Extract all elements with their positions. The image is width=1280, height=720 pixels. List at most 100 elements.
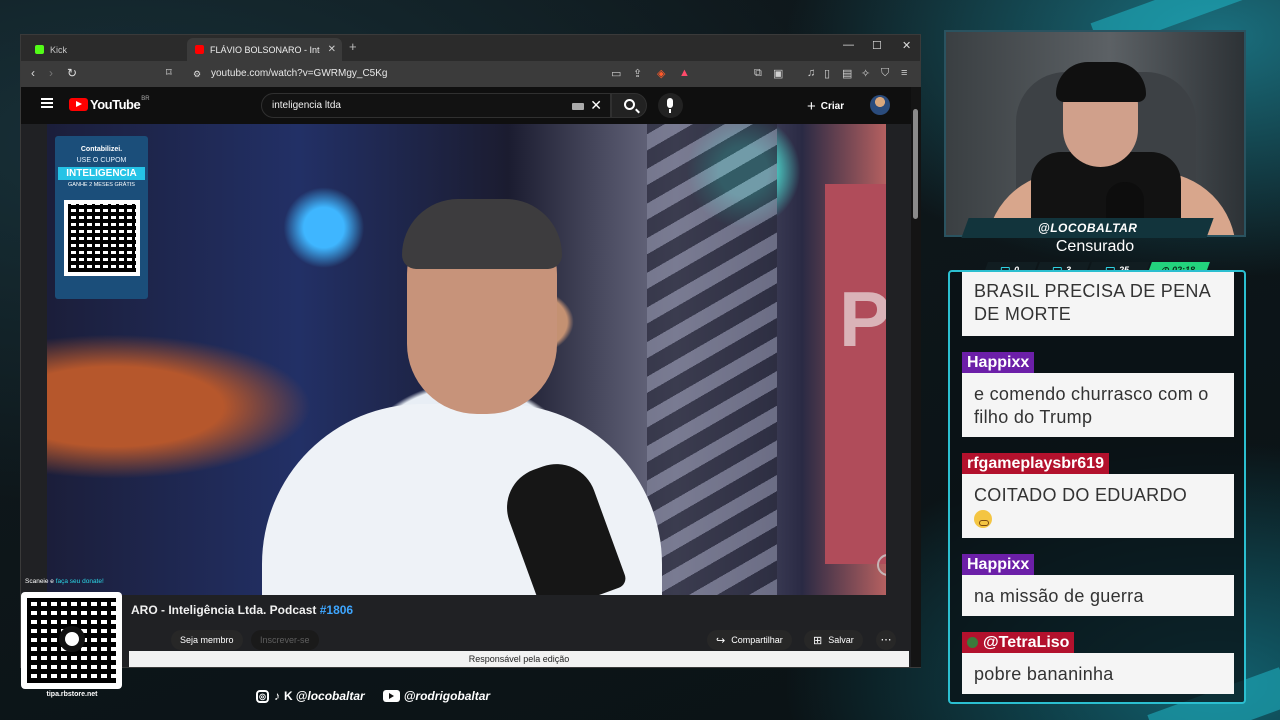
youtube-header: YouTube BR inteligencia ltda ✕ + Criar [21,87,911,124]
site-info-icon[interactable]: ⚙ [193,69,201,80]
video-title: ARO - Inteligência Ltda. Podcast #1806 [131,603,353,617]
donate-url: tipa.rbstore.net [46,691,98,698]
address-bar: ‹ › ↻ ⌑ ⚙ youtube.com/watch?v=GWRMgy_C5K… [21,61,920,87]
chat-username-wrap[interactable]: @TetraLiso [962,632,1075,653]
webcam-feed [944,30,1246,237]
tab-bar: Kick FLÁVIO BOLSONARO - Inteligência ✕ +… [21,35,920,61]
save-button[interactable]: ⊞ Salvar [804,630,863,650]
plus-icon: + [807,98,816,115]
chat-username[interactable]: @TetraLiso [983,634,1069,651]
sponsor-overlay: Contabilizei. USE O CUPOM INTELIGENCIA G… [55,136,148,299]
sidebar-icon[interactable]: ▯ [824,67,830,80]
channel-watermark-icon[interactable] [877,554,886,576]
wallet-icon[interactable]: ▤ [842,67,852,80]
youtube-icon [382,690,400,702]
cast-icon[interactable]: ▭ [611,67,621,80]
subscribe-button[interactable]: Inscrever-se [251,630,319,650]
join-button[interactable]: Seja membro [171,630,243,650]
stream-status: Censurado [1055,238,1135,255]
instagram-icon: ◎ [256,689,269,703]
search-value: inteligencia ltda [272,100,341,111]
video-title-text: ARO - Inteligência Ltda. Podcast [131,603,317,617]
search-button[interactable] [611,93,647,118]
forward-icon[interactable]: › [49,66,53,80]
rewards-icon[interactable]: ▲ [679,67,690,79]
sponsor-line: USE O CUPOM [76,157,127,164]
background-stripes [647,124,777,595]
search-icon [624,99,635,110]
tab-youtube[interactable]: FLÁVIO BOLSONARO - Inteligência ✕ [187,38,342,61]
social-handles: ◎ ♪ K @locobaltar @rodrigobaltar [256,689,490,703]
youtube-favicon-icon [195,45,204,54]
back-icon[interactable]: ‹ [31,66,35,80]
streamer-handle-banner: @LOCOBALTAR [961,218,1214,238]
youtube-logo[interactable]: YouTube BR [69,95,150,112]
search-input[interactable]: inteligencia ltda ✕ [261,93,611,118]
guest-hair [402,199,562,269]
reload-icon[interactable]: ↻ [67,66,77,80]
stop-sign-letters: PA [839,275,886,363]
sponsor-qr-code [63,200,140,276]
bookmark-icon[interactable]: ⌑ [166,66,172,79]
extensions-icon[interactable]: ⧉ [754,67,762,80]
brave-shield-icon[interactable]: ◈ [657,67,665,80]
tiktok-icon: ♪ [274,689,280,703]
youtube-play-icon [69,98,88,111]
save-icon: ⊞ [813,634,823,647]
donate-qr-code [21,592,122,689]
qr-logo-icon [59,626,85,652]
screenshot-icon[interactable]: ▣ [773,67,783,80]
donate-caption: Scaneie e faça seu donate! [17,578,127,585]
chat-username[interactable]: Happixx [962,554,1035,575]
voice-search-icon[interactable] [658,93,683,118]
hamburger-menu-icon[interactable] [41,98,53,108]
share-button[interactable]: ↪ Compartilhar [707,630,792,650]
menu-icon[interactable]: ≡ [901,67,907,79]
chat-panel: BRASIL PRECISA DE PENA DE MORTE Happixx … [948,270,1246,704]
social-handle-2: @rodrigobaltar [403,689,491,703]
share-icon[interactable]: ⇪ [633,67,642,80]
page-scrollbar[interactable] [911,87,921,667]
share-label: Compartilhar [731,635,783,645]
streamer-hair [1056,62,1146,102]
chat-username[interactable]: rfgameplaysbr619 [962,453,1109,474]
tab-kick[interactable]: Kick [27,38,187,61]
chat-message-text: na missão de guerra [962,575,1234,616]
url-field[interactable]: youtube.com/watch?v=GWRMgy_C5Kg [211,68,387,79]
sponsor-brand: Contabilizei. [80,146,123,153]
close-tab-icon[interactable]: ✕ [328,44,336,55]
chat-message: Happixx e comendo churrasco com o filho … [962,352,1234,437]
tab-label: Kick [50,44,68,55]
leo-icon[interactable]: ✧ [861,67,870,80]
more-actions-icon[interactable]: ⋯ [876,630,896,650]
video-hashtag[interactable]: #1806 [320,603,353,617]
clear-search-icon[interactable]: ✕ [590,97,602,114]
keyboard-icon[interactable] [572,103,584,110]
kick-icon: K [284,689,293,703]
create-label: Criar [820,101,845,112]
minimize-icon[interactable]: — [843,39,854,51]
tab-label: FLÁVIO BOLSONARO - Inteligência [210,44,320,55]
user-badge-icon [967,637,978,648]
grimace-emoji-icon [974,510,992,529]
chat-message-body: COITADO DO EDUARDO [962,474,1234,538]
maximize-icon[interactable]: ☐ [872,39,882,52]
music-icon[interactable]: ♫ [807,67,815,79]
chat-message: BRASIL PRECISA DE PENA DE MORTE [962,272,1234,336]
chat-message-text: COITADO DO EDUARDO [974,485,1188,505]
streamer-handle: @LOCOBALTAR [1037,221,1138,235]
video-player[interactable]: PA Contabilizei. USE O CUPOM INTELIGENCI… [47,124,886,595]
browser-window: Kick FLÁVIO BOLSONARO - Inteligência ✕ +… [20,34,921,668]
scrollbar-thumb[interactable] [913,109,918,219]
vpn-icon[interactable]: ⛉ [881,67,889,80]
new-tab-icon[interactable]: + [349,39,357,54]
chat-username[interactable]: Happixx [962,352,1035,373]
sponsor-code: INTELIGENCIA [58,167,145,180]
chat-message: Happixx na missão de guerra [962,554,1234,616]
close-window-icon[interactable]: ✕ [902,39,911,52]
region-label: BR [141,95,150,102]
save-label: Salvar [828,635,854,645]
chat-message: rfgameplaysbr619 COITADO DO EDUARDO [962,453,1234,538]
account-avatar[interactable] [870,95,890,115]
create-button[interactable]: + Criar [807,98,844,115]
